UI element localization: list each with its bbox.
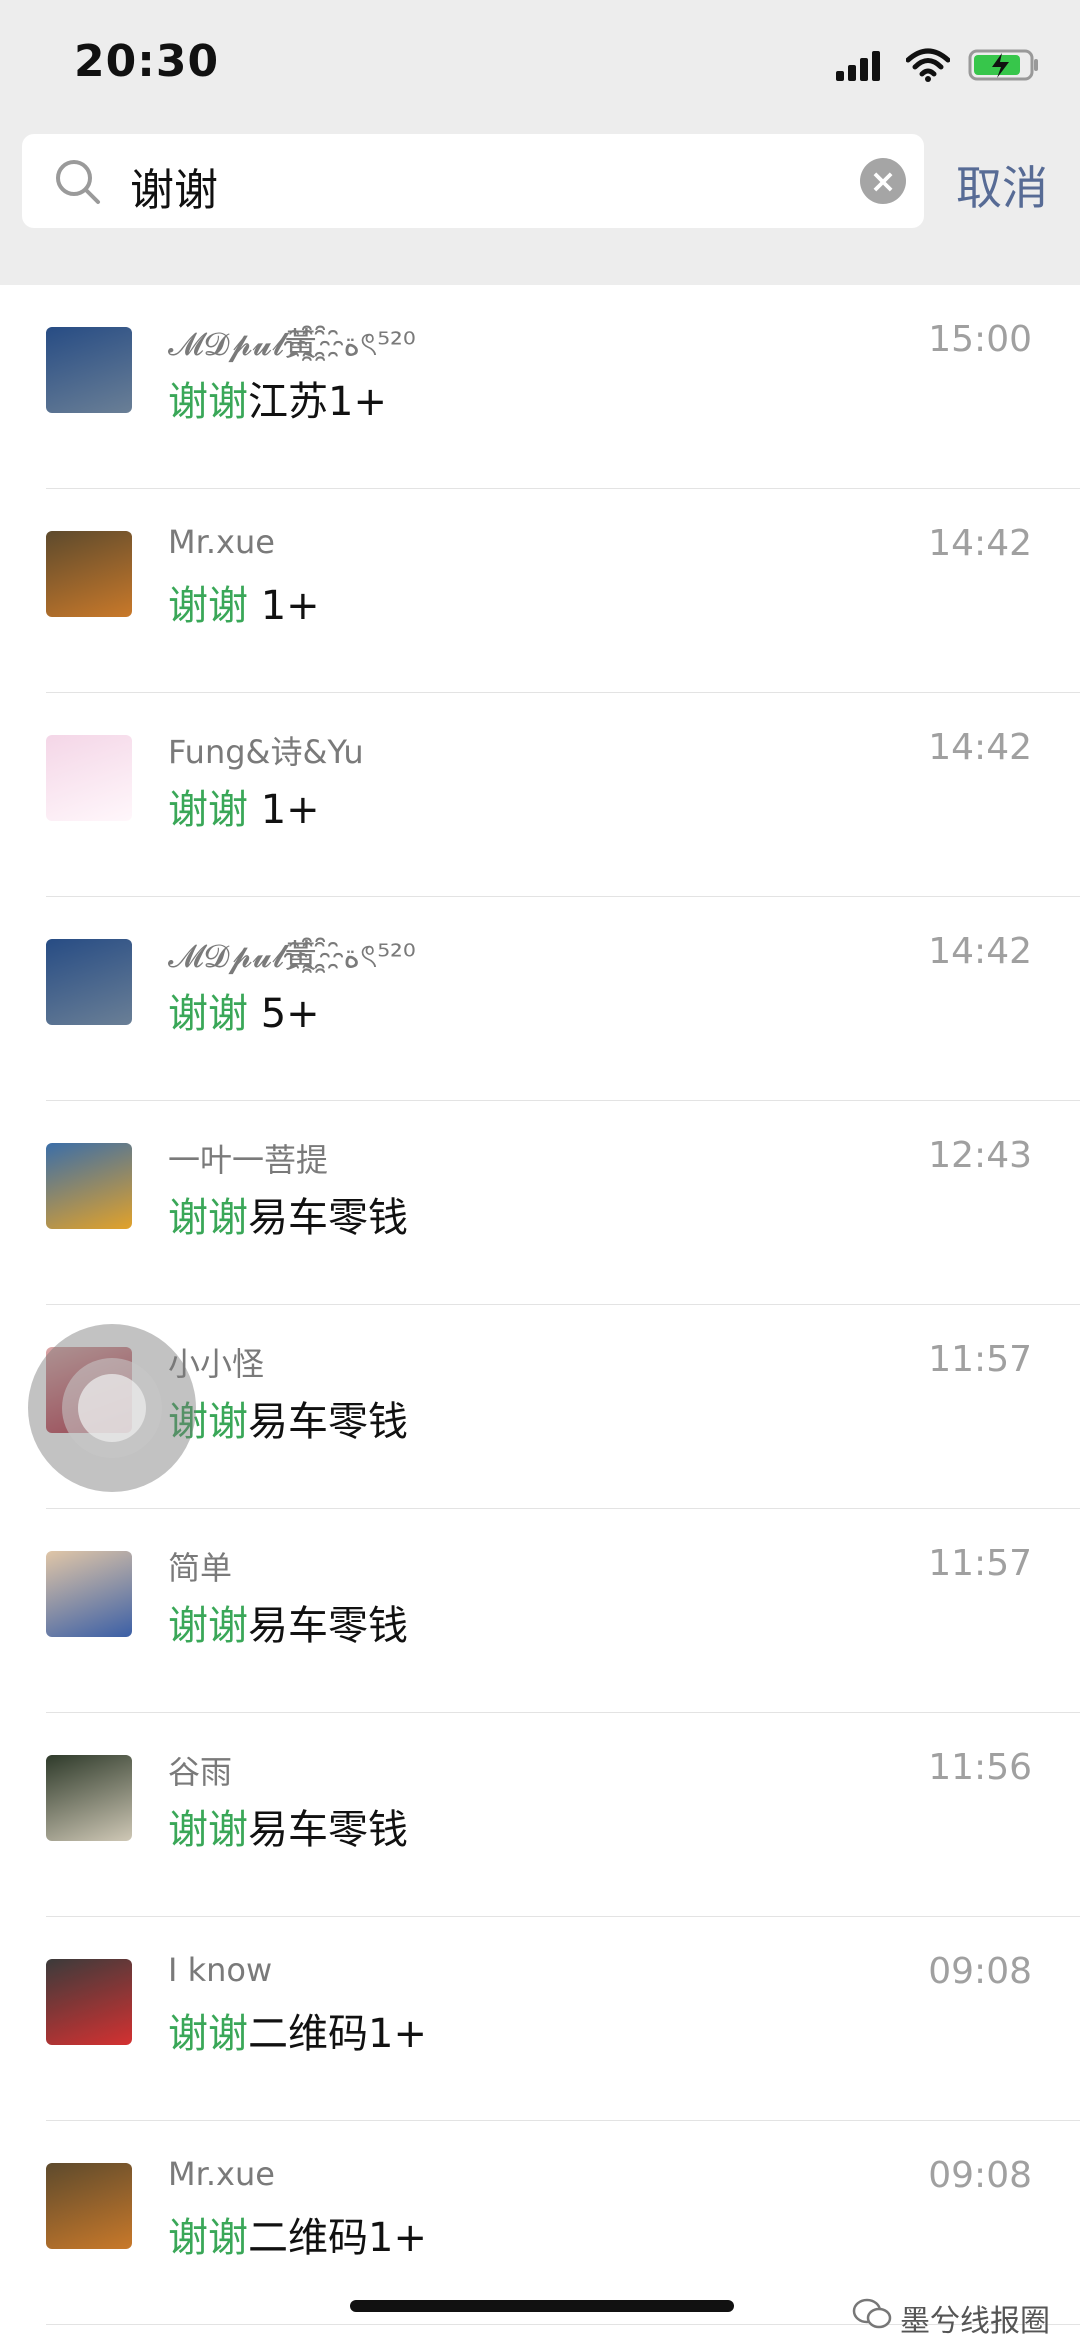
message-rest: 易车零钱 xyxy=(248,1195,408,1241)
assistive-touch-icon[interactable] xyxy=(28,1324,196,1492)
keyword-highlight: 谢谢 xyxy=(168,2011,248,2057)
message-rest: 二维码1+ xyxy=(248,2011,427,2057)
message-rest: 二维码1+ xyxy=(248,2215,427,2261)
magnifier-icon xyxy=(52,156,104,208)
contact-name: Mr.xue xyxy=(168,2155,275,2193)
result-row[interactable]: Fung&诗&Yu 谢谢 1+ 14:42 xyxy=(0,693,1080,897)
home-indicator[interactable] xyxy=(350,2300,734,2312)
message-preview: 谢谢易车零钱 xyxy=(168,1593,408,1651)
avatar xyxy=(46,531,132,617)
contact-name: 𝓜𝓓𝓹𝓾𝓵黃ة҈҈ৎ⁵²⁰ xyxy=(168,325,416,363)
keyword-highlight: 谢谢 xyxy=(168,583,248,629)
message-time: 09:08 xyxy=(928,1951,1032,1992)
message-time: 11:57 xyxy=(928,1339,1032,1380)
result-row[interactable]: 𝓜𝓓𝓹𝓾𝓵黃ة҈҈ৎ⁵²⁰ 谢谢江苏1+ 15:00 xyxy=(0,285,1080,489)
result-row[interactable]: 𝓜𝓓𝓹𝓾𝓵黃ة҈҈ৎ⁵²⁰ 谢谢 5+ 14:42 xyxy=(0,897,1080,1101)
search-query[interactable]: 谢谢 xyxy=(130,154,218,218)
keyword-highlight: 谢谢 xyxy=(168,2215,248,2261)
search-results-list: 𝓜𝓓𝓹𝓾𝓵黃ة҈҈ৎ⁵²⁰ 谢谢江苏1+ 15:00 Mr.xue 谢谢 1+ … xyxy=(0,285,1080,2325)
result-row[interactable]: 一叶一菩提 谢谢易车零钱 12:43 xyxy=(0,1101,1080,1305)
avatar xyxy=(46,1755,132,1841)
message-rest: 易车零钱 xyxy=(248,1399,408,1445)
message-rest: 易车零钱 xyxy=(248,1603,408,1649)
watermark-text: 墨兮线报圈 xyxy=(900,2304,1050,2339)
keyword-highlight: 谢谢 xyxy=(168,991,248,1037)
message-time: 14:42 xyxy=(928,523,1032,564)
result-row[interactable]: I know 谢谢二维码1+ 09:08 xyxy=(0,1917,1080,2121)
message-rest: 易车零钱 xyxy=(248,1807,408,1853)
message-rest: 1+ xyxy=(248,583,320,629)
cancel-button[interactable]: 取消 xyxy=(956,152,1048,218)
avatar xyxy=(46,1143,132,1229)
message-preview: 谢谢 1+ xyxy=(168,777,320,835)
search-input[interactable]: 谢谢 × xyxy=(22,134,924,228)
message-time: 12:43 xyxy=(928,1135,1032,1176)
message-time: 14:42 xyxy=(928,931,1032,972)
wifi-icon xyxy=(905,48,951,86)
message-preview: 谢谢易车零钱 xyxy=(168,1797,408,1855)
message-preview: 谢谢易车零钱 xyxy=(168,1185,408,1243)
message-rest: 1+ xyxy=(248,787,320,833)
message-preview: 谢谢 5+ xyxy=(168,981,320,1039)
message-preview: 谢谢江苏1+ xyxy=(168,369,387,427)
avatar xyxy=(46,1959,132,2045)
search-bar: 谢谢 × 取消 xyxy=(0,130,1080,285)
keyword-highlight: 谢谢 xyxy=(168,1195,248,1241)
keyword-highlight: 谢谢 xyxy=(168,1807,248,1853)
message-time: 11:57 xyxy=(928,1543,1032,1584)
status-time: 20:30 xyxy=(74,36,220,87)
status-icons xyxy=(836,42,1040,92)
message-preview: 谢谢 1+ xyxy=(168,573,320,631)
result-row[interactable]: Mr.xue 谢谢二维码1+ 09:08 xyxy=(0,2121,1080,2325)
result-row[interactable]: 谷雨 谢谢易车零钱 11:56 xyxy=(0,1713,1080,1917)
result-row[interactable]: 简单 谢谢易车零钱 11:57 xyxy=(0,1509,1080,1713)
assistive-touch-ring-inner xyxy=(78,1374,146,1442)
avatar xyxy=(46,735,132,821)
contact-name: 一叶一菩提 xyxy=(168,1141,329,1179)
signal-icon xyxy=(836,49,888,85)
battery-charging-icon xyxy=(968,48,1040,86)
contact-name: 谷雨 xyxy=(168,1753,233,1791)
message-time: 15:00 xyxy=(928,319,1032,360)
contact-name: 𝓜𝓓𝓹𝓾𝓵黃ة҈҈ৎ⁵²⁰ xyxy=(168,937,416,975)
message-preview: 谢谢易车零钱 xyxy=(168,1389,408,1447)
message-rest: 江苏1+ xyxy=(248,379,387,425)
clear-x-icon[interactable]: × xyxy=(860,158,906,204)
avatar xyxy=(46,1551,132,1637)
contact-name: I know xyxy=(168,1951,273,1989)
contact-name: Fung&诗&Yu xyxy=(168,733,364,771)
message-time: 09:08 xyxy=(928,2155,1032,2196)
message-time: 11:56 xyxy=(928,1747,1032,1788)
keyword-highlight: 谢谢 xyxy=(168,379,248,425)
message-preview: 谢谢二维码1+ xyxy=(168,2001,427,2059)
watermark: 墨兮线报圈 xyxy=(852,2296,1050,2340)
avatar xyxy=(46,939,132,1025)
contact-name: 简单 xyxy=(168,1549,233,1587)
status-bar: 20:30 xyxy=(0,0,1080,130)
keyword-highlight: 谢谢 xyxy=(168,1603,248,1649)
result-row[interactable]: Mr.xue 谢谢 1+ 14:42 xyxy=(0,489,1080,693)
message-time: 14:42 xyxy=(928,727,1032,768)
message-rest: 5+ xyxy=(248,991,320,1037)
wechat-logo-icon xyxy=(852,2298,892,2338)
avatar xyxy=(46,327,132,413)
keyword-highlight: 谢谢 xyxy=(168,787,248,833)
avatar xyxy=(46,2163,132,2249)
message-preview: 谢谢二维码1+ xyxy=(168,2205,427,2263)
contact-name: Mr.xue xyxy=(168,523,275,561)
